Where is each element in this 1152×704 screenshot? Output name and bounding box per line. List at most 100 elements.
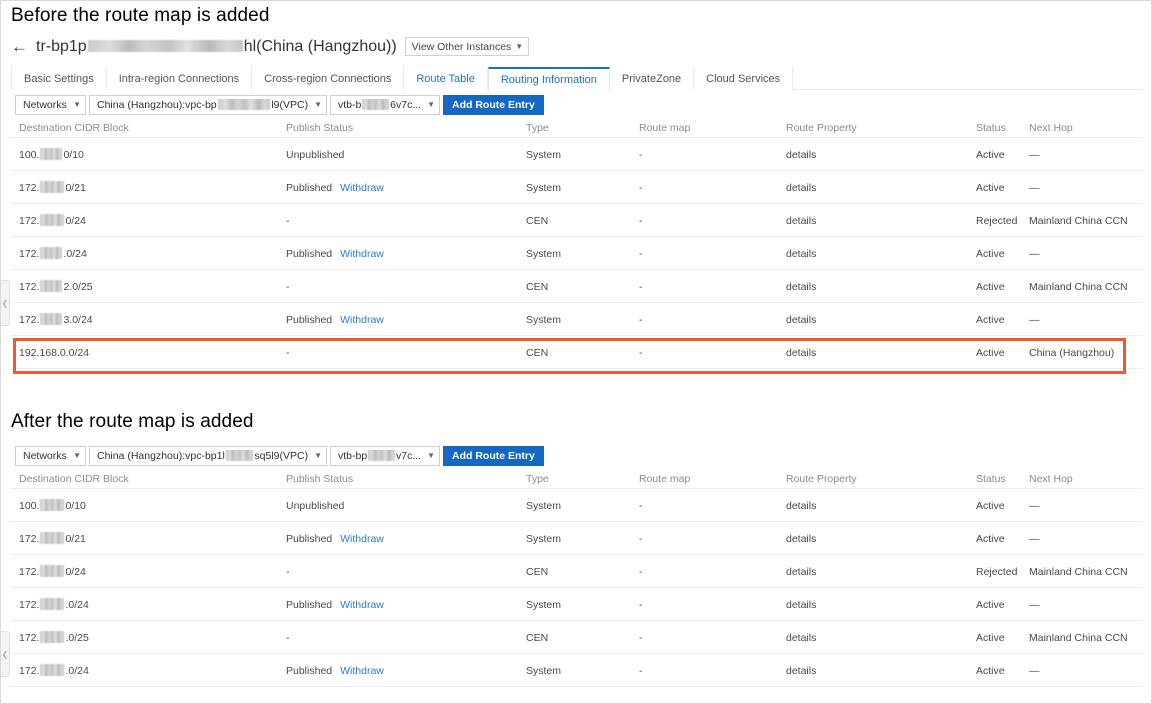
cell-route-property-details-link[interactable]: details [786, 599, 816, 611]
redacted-cidr-octets [40, 598, 65, 611]
collapse-handle[interactable]: ❮ [1, 631, 10, 677]
vtb-select[interactable]: vtb-b 6v7c... ▼ [330, 95, 440, 115]
vtb-select-value-prefix: vtb-b [338, 99, 362, 111]
column-header-route-property: Route Property [786, 122, 857, 134]
table-row: 172. .0/24 Published Withdraw System - details… [11, 588, 1143, 621]
cell-destination-cidr: 172. 0/21 [19, 532, 86, 545]
cell-destination-cidr: 100. 0/10 [19, 148, 84, 161]
column-header-publish-status: Publish Status [286, 122, 354, 134]
cell-route-map: - [639, 665, 643, 677]
column-header-type: Type [526, 473, 549, 485]
cell-next-hop-link[interactable]: — [1029, 248, 1040, 260]
cell-route-property-details-link[interactable]: details [786, 149, 816, 161]
cell-next-hop-link[interactable]: China (Hangzhou) [1029, 347, 1114, 359]
cell-route-property-details-link[interactable]: details [786, 182, 816, 194]
cell-route-map: - [639, 632, 643, 644]
cell-next-hop-link[interactable]: — [1029, 314, 1040, 326]
vpc-select[interactable]: China (Hangzhou):vpc-bp l9(VPC) ▼ [89, 95, 327, 115]
redacted-cidr-octets [40, 313, 63, 326]
cell-destination-cidr: 192.168.0.0/24 [19, 347, 89, 359]
cell-type: CEN [526, 347, 549, 359]
cell-next-hop-link[interactable]: Mainland China CCN [1029, 215, 1128, 227]
table-row: 172. 2.0/25 - CEN - details Active Mainland Chi… [11, 270, 1143, 303]
chevron-down-icon: ▼ [73, 100, 81, 109]
cell-next-hop-link[interactable]: — [1029, 500, 1040, 512]
cell-route-property-details-link[interactable]: details [786, 347, 816, 359]
publish-status-label: Published [286, 665, 333, 677]
cell-route-property-details-link[interactable]: details [786, 533, 816, 545]
cell-next-hop-link[interactable]: — [1029, 182, 1040, 194]
networks-select[interactable]: Networks ▼ [15, 446, 86, 466]
tab-route-table[interactable]: Route Table [404, 67, 488, 90]
cell-type: CEN [526, 281, 549, 293]
withdraw-link[interactable]: Withdraw [340, 599, 384, 611]
cell-status: Active [976, 599, 1005, 611]
column-header-publish-status: Publish Status [286, 473, 354, 485]
cell-status: Active [976, 314, 1005, 326]
chevron-left-icon: ❮ [1, 649, 9, 659]
table-body-after: 100. 0/10 Unpublished System - details Active —… [11, 489, 1143, 687]
cell-route-property-details-link[interactable]: details [786, 215, 816, 227]
vtb-select-value-suffix: v7c... [395, 450, 422, 462]
table-row: 192.168.0.0/24 - CEN - details Active China (H… [11, 336, 1143, 369]
vpc-select[interactable]: China (Hangzhou):vpc-bp1l sq5l9(VPC) ▼ [89, 446, 327, 466]
cell-next-hop-link[interactable]: — [1029, 149, 1040, 161]
cell-next-hop-link[interactable]: Mainland China CCN [1029, 632, 1128, 644]
tab-routing-information[interactable]: Routing Information [487, 67, 610, 91]
withdraw-link[interactable]: Withdraw [340, 533, 384, 545]
cell-status: Active [976, 500, 1005, 512]
cell-route-property-details-link[interactable]: details [786, 281, 816, 293]
arrow-left-icon[interactable]: ← [11, 38, 28, 55]
cell-next-hop-link[interactable]: — [1029, 599, 1040, 611]
vpc-select-value-suffix: sq5l9(VPC) [254, 450, 309, 462]
cell-route-property-details-link[interactable]: details [786, 665, 816, 677]
chevron-left-icon: ❮ [1, 298, 9, 308]
cell-publish-status: Unpublished [286, 149, 344, 161]
column-header-status: Status [976, 473, 1006, 485]
cell-destination-cidr: 172. .0/25 [19, 631, 89, 644]
tab-privatezone[interactable]: PrivateZone [609, 67, 695, 90]
cell-publish-status: Published Withdraw [286, 665, 384, 677]
redacted-vtb-id [362, 99, 390, 110]
cell-next-hop-link[interactable]: Mainland China CCN [1029, 281, 1128, 293]
cidr-prefix: 172. [19, 248, 40, 260]
cell-publish-status: Published Withdraw [286, 533, 384, 545]
cell-type: System [526, 533, 562, 545]
vpc-select-value-prefix: China (Hangzhou):vpc-bp1l [97, 450, 225, 462]
networks-select[interactable]: Networks ▼ [15, 95, 86, 115]
tab-intra-region-connections[interactable]: Intra-region Connections [106, 67, 253, 90]
table-row: 172. 0/21 Published Withdraw System - details A… [11, 171, 1143, 204]
cell-next-hop-link[interactable]: Mainland China CCN [1029, 566, 1128, 578]
view-other-instances-button[interactable]: View Other Instances ▼ [404, 37, 530, 56]
cell-type: CEN [526, 215, 549, 227]
publish-status-label: - [286, 215, 290, 227]
cell-destination-cidr: 172. 0/24 [19, 565, 86, 578]
cell-route-property-details-link[interactable]: details [786, 314, 816, 326]
cell-route-property-details-link[interactable]: details [786, 566, 816, 578]
cell-route-map: - [639, 182, 643, 194]
withdraw-link[interactable]: Withdraw [340, 182, 384, 194]
cell-publish-status: - [286, 632, 290, 644]
cidr-suffix: 0/21 [65, 182, 86, 194]
cell-route-property-details-link[interactable]: details [786, 500, 816, 512]
vpc-select-value-prefix: China (Hangzhou):vpc-bp [97, 99, 217, 111]
cell-next-hop-link[interactable]: — [1029, 665, 1040, 677]
withdraw-link[interactable]: Withdraw [340, 665, 384, 677]
cell-route-property-details-link[interactable]: details [786, 632, 816, 644]
routing-table-after: Destination CIDR Block Publish Status Ty… [11, 470, 1143, 687]
add-route-entry-button[interactable]: Add Route Entry [443, 446, 544, 466]
tab-basic-settings[interactable]: Basic Settings [11, 67, 107, 90]
vtb-select[interactable]: vtb-bp v7c... ▼ [330, 446, 440, 466]
collapse-handle[interactable]: ❮ [1, 280, 10, 326]
networks-select-value: Networks [23, 450, 67, 462]
withdraw-link[interactable]: Withdraw [340, 314, 384, 326]
add-route-entry-button[interactable]: Add Route Entry [443, 95, 544, 115]
publish-status-label: Unpublished [286, 149, 345, 161]
redacted-vpc-id [217, 99, 271, 110]
cell-next-hop-link[interactable]: — [1029, 533, 1040, 545]
tab-cloud-services[interactable]: Cloud Services [694, 67, 794, 90]
cell-route-property-details-link[interactable]: details [786, 248, 816, 260]
tab-cross-region-connections[interactable]: Cross-region Connections [252, 67, 405, 90]
withdraw-link[interactable]: Withdraw [340, 248, 384, 260]
cell-status: Active [976, 347, 1005, 359]
